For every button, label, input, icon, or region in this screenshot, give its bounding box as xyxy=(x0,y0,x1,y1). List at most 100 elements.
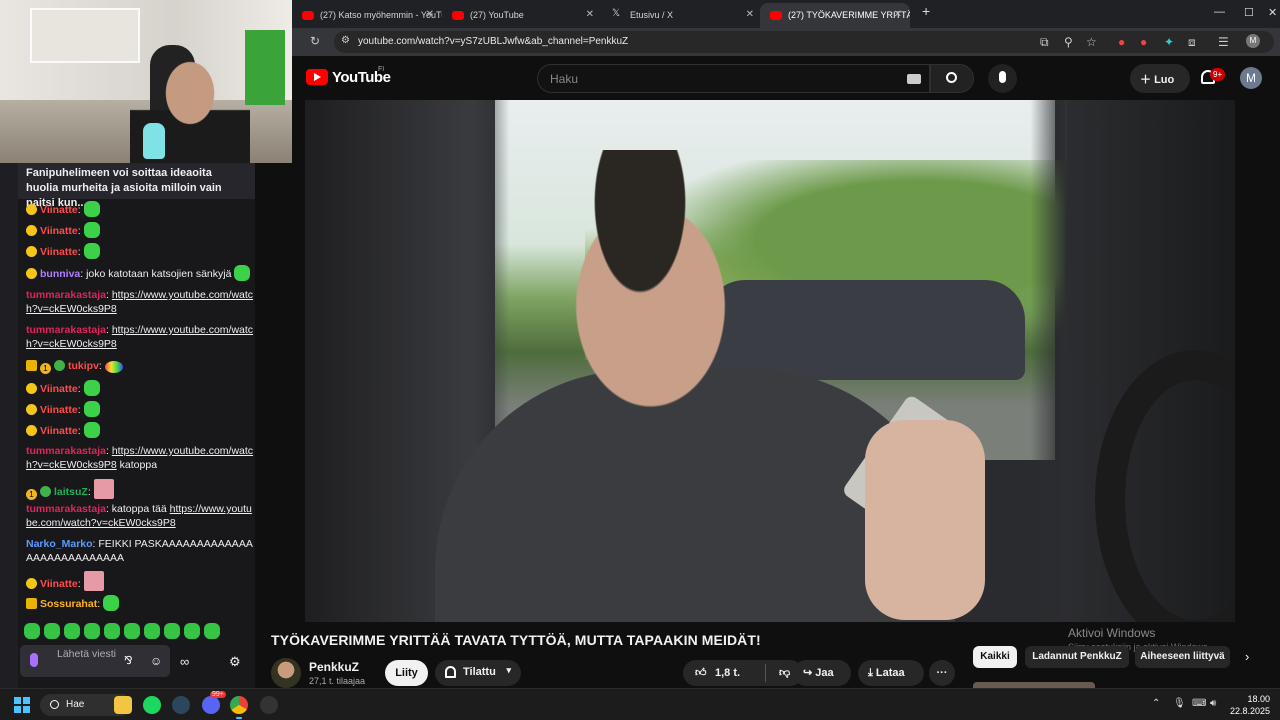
chrome-icon[interactable] xyxy=(230,696,248,719)
join-button[interactable]: Liity xyxy=(385,660,428,686)
emote-icon[interactable] xyxy=(124,623,140,639)
video-player[interactable] xyxy=(305,100,1235,622)
tab-x[interactable]: 𝕏 Etusivu / X ✕ xyxy=(602,3,762,28)
emote-icon[interactable] xyxy=(84,623,100,639)
chip-all[interactable]: Kaikki xyxy=(973,646,1017,668)
chat-username[interactable]: Viinatte xyxy=(40,578,78,590)
channel-name[interactable]: PenkkuZ xyxy=(309,660,359,674)
video-person-head xyxy=(535,150,745,410)
search-input[interactable]: Haku xyxy=(537,64,930,93)
reload-icon[interactable]: ↻ xyxy=(310,34,320,48)
keyboard-icon[interactable] xyxy=(907,74,921,84)
chat-username[interactable]: tummarakastaja xyxy=(26,445,106,457)
chat-username[interactable]: Viinatte xyxy=(40,404,78,416)
emote-icon[interactable] xyxy=(144,623,160,639)
steam-icon[interactable] xyxy=(172,696,190,714)
tab-watch-later[interactable]: (27) Katso myöhemmin - YouTube✕ xyxy=(292,3,442,28)
like-count[interactable]: 1,8 t. xyxy=(715,660,740,686)
chat-username[interactable]: laitsuZ xyxy=(54,486,88,498)
create-button[interactable]: ＋ Luo xyxy=(1130,64,1190,93)
tab-youtube[interactable]: (27) YouTube ✕ xyxy=(442,3,602,28)
tray-expand-icon[interactable]: ⌃ xyxy=(1152,698,1160,709)
pinned-message[interactable]: Fanipuhelimeen voi soittaa ideaoita huol… xyxy=(18,163,255,209)
bookmark-icon[interactable]: ☆ xyxy=(1086,35,1097,49)
emote-icon xyxy=(83,380,100,396)
command-icon[interactable]: ⅋ xyxy=(124,654,133,669)
minimize-button[interactable]: — xyxy=(1214,6,1225,18)
subscribed-button[interactable]: Tilattu ▾ xyxy=(435,660,521,686)
emote-icon[interactable] xyxy=(184,623,200,639)
volume-icon[interactable]: 🔊︎ xyxy=(1210,698,1216,709)
chat-message: Viinatte: xyxy=(26,401,255,417)
chat-username[interactable]: tummarakastaja xyxy=(26,324,106,336)
emoji-icon[interactable]: ☺ xyxy=(150,653,162,669)
system-clock[interactable]: 18.00 22.8.2025 xyxy=(1228,693,1270,717)
tab-label: (27) TYÖKAVERIMME YRITTÄ xyxy=(788,10,910,20)
emote-icon xyxy=(83,243,100,259)
close-icon[interactable]: ✕ xyxy=(746,9,754,20)
youtube-logo-icon[interactable] xyxy=(306,69,328,85)
chat-input[interactable]: Lähetä viesti ⅋ ☺ xyxy=(20,645,170,677)
channel-avatar[interactable] xyxy=(271,658,301,688)
tab-label: (27) Katso myöhemmin - YouTube xyxy=(320,10,442,20)
chat-username[interactable]: bunniva xyxy=(40,268,80,280)
obs-icon[interactable] xyxy=(260,696,278,714)
new-tab-button[interactable]: + xyxy=(922,3,930,19)
chat-username[interactable]: Sossurahat xyxy=(40,598,97,610)
chat-username[interactable]: Viinatte xyxy=(40,425,78,437)
emote-icon[interactable] xyxy=(164,623,180,639)
dislike-icon[interactable]: 👎︎ xyxy=(779,660,790,686)
emote-icon[interactable] xyxy=(64,623,80,639)
url-field[interactable]: ⚙ youtube.com/watch?v=yS7zUBLJwfw&ab_cha… xyxy=(334,31,1274,53)
discord-icon[interactable] xyxy=(202,696,220,714)
close-icon[interactable]: ✕ xyxy=(586,9,594,20)
chip-uploaded-by[interactable]: Ladannut PenkkuZ xyxy=(1025,646,1129,668)
install-icon[interactable]: ⧉ xyxy=(1040,35,1049,50)
close-icon[interactable]: ✕ xyxy=(426,9,434,20)
chat-username[interactable]: tummarakastaja xyxy=(26,503,106,515)
avatar[interactable]: M xyxy=(1240,67,1262,89)
search-button[interactable] xyxy=(930,64,974,93)
chip-related[interactable]: Aiheeseen liittyvä xyxy=(1135,646,1230,668)
spotify-icon[interactable] xyxy=(143,696,161,714)
channel-points-icon[interactable]: ∞ xyxy=(180,653,189,671)
zoom-icon[interactable]: ⚲ xyxy=(1064,35,1073,49)
chat-username[interactable]: Viinatte xyxy=(40,204,78,216)
like-icon[interactable]: 👍︎ xyxy=(695,660,707,686)
mic-icon[interactable] xyxy=(30,653,38,667)
extensions-icon[interactable]: ⧈ xyxy=(1188,35,1196,50)
close-icon[interactable]: ✕ xyxy=(894,9,902,20)
share-button[interactable]: ↪ Jaa xyxy=(793,660,851,686)
microphone-tray-icon[interactable]: 🎙︎ xyxy=(1173,698,1186,709)
extension-ublock-icon[interactable]: ● xyxy=(1140,35,1147,49)
windows-start-icon[interactable] xyxy=(14,697,30,713)
tab-search-icon[interactable]: ☰ xyxy=(1218,35,1229,49)
extension-icon[interactable]: ✦ xyxy=(1164,35,1174,49)
chat-side-strip xyxy=(0,163,18,688)
profile-icon[interactable]: M xyxy=(1246,34,1260,48)
chat-username[interactable]: Narko_Marko xyxy=(26,538,93,550)
extension-red-icon[interactable]: ● xyxy=(1118,35,1125,49)
file-explorer-icon[interactable] xyxy=(114,696,132,714)
chat-settings-icon[interactable]: ⚙ xyxy=(229,653,241,671)
emote-icon[interactable] xyxy=(104,623,120,639)
tab-current-video[interactable]: (27) TYÖKAVERIMME YRITTÄ ✕ xyxy=(760,3,910,28)
site-info-icon[interactable]: ⚙ xyxy=(341,35,350,46)
network-icon[interactable]: ⌨ xyxy=(1192,698,1206,709)
emote-icon[interactable] xyxy=(44,623,60,639)
more-actions-button[interactable]: ··· xyxy=(929,660,955,686)
chat-username[interactable]: Viinatte xyxy=(40,225,78,237)
chat-username[interactable]: tummarakastaja xyxy=(26,289,106,301)
chat-username[interactable]: Viinatte xyxy=(40,383,78,395)
chat-username[interactable]: tukipv xyxy=(68,360,99,372)
chevron-right-icon[interactable]: › xyxy=(1245,649,1249,664)
chat-username[interactable]: Viinatte xyxy=(40,246,78,258)
maximize-button[interactable]: ☐ xyxy=(1244,6,1254,19)
emote-icon[interactable] xyxy=(204,623,220,639)
close-window-button[interactable]: ✕ xyxy=(1268,6,1277,19)
subscribed-label: Tilattu xyxy=(463,666,496,678)
emote-icon[interactable] xyxy=(24,623,40,639)
download-button[interactable]: ⤓ Lataa xyxy=(858,660,924,686)
webcam-shelf xyxy=(30,8,140,63)
voice-search-button[interactable] xyxy=(988,64,1017,93)
